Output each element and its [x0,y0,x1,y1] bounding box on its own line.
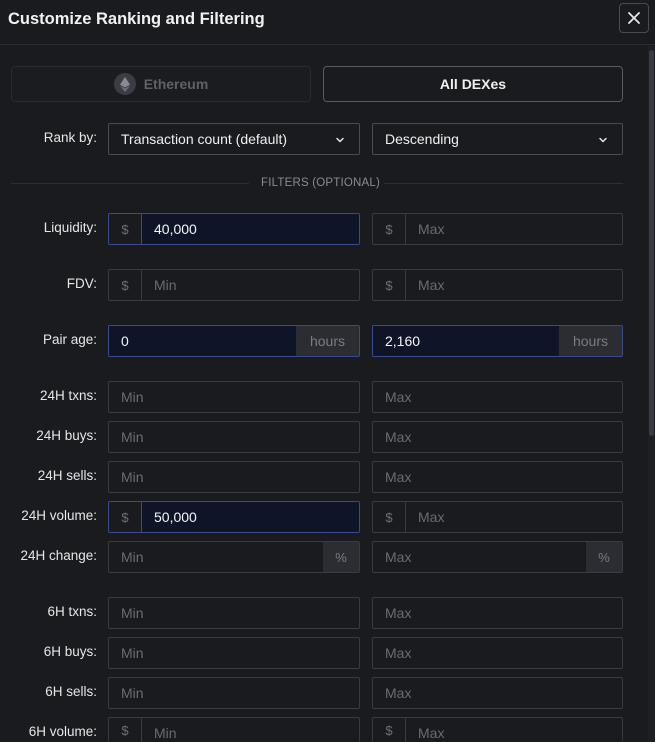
dollar-prefix: $ [373,502,406,532]
buys-6h-max-field[interactable]: Max [372,637,623,669]
buys-24h-min-field[interactable]: Min [108,421,360,453]
pair-age-min-input[interactable]: 0 [109,326,296,356]
fdv-min-input[interactable]: Min [142,270,359,300]
pair-age-min-field[interactable]: 0 hours [108,325,360,357]
change-24h-max-field[interactable]: Max % [372,541,623,573]
sort-by-select[interactable]: Transaction count (default) [108,123,360,155]
liquidity-max-input[interactable]: Max [406,214,622,244]
txns-24h-min-field[interactable]: Min [108,381,360,413]
change-24h-max-input[interactable]: Max [373,542,586,572]
sells-6h-min-input[interactable]: Min [109,678,359,708]
change-24h-min-field[interactable]: Min % [108,541,360,573]
txns-6h-min-field[interactable]: Min [108,597,360,629]
txns-6h-min-input[interactable]: Min [109,598,359,628]
pair-age-max-input[interactable]: 2,160 [373,326,559,356]
dex-label: All DEXes [439,76,507,92]
volume-24h-max-field[interactable]: $ Max [372,501,623,533]
chain-label: Ethereum [143,76,209,92]
chevron-down-icon [336,137,344,143]
volume-6h-min-input[interactable]: Min [142,718,359,742]
sells-6h-min-field[interactable]: Min [108,677,360,709]
buys-6h-label: 6H buys: [43,644,97,659]
hours-suffix: hours [296,326,359,356]
dollar-prefix: $ [109,214,142,244]
pair-age-label: Pair age: [42,332,97,347]
sells-6h-max-field[interactable]: Max [372,677,623,709]
fdv-max-field[interactable]: $ Max [372,269,623,301]
buys-24h-label: 24H buys: [36,428,97,443]
liquidity-max-field[interactable]: $ Max [372,213,623,245]
liquidity-min-field[interactable]: $ 40,000 [108,213,360,245]
sells-24h-label: 24H sells: [37,468,97,483]
chain-selector-button[interactable]: Ethereum [11,66,311,102]
ethereum-icon [113,73,136,95]
close-icon [628,12,640,24]
fdv-max-input[interactable]: Max [406,270,622,300]
txns-24h-max-input[interactable]: Max [373,382,622,412]
buys-6h-min-field[interactable]: Min [108,637,360,669]
dollar-prefix: $ [109,270,142,300]
pair-age-max-field[interactable]: 2,160 hours [372,325,623,357]
hours-suffix: hours [559,326,622,356]
liquidity-min-input[interactable]: 40,000 [142,214,359,244]
dialog-title: Customize Ranking and Filtering [8,10,265,28]
fdv-min-field[interactable]: $ Min [108,269,360,301]
volume-24h-label: 24H volume: [21,508,97,523]
txns-24h-label: 24H txns: [39,388,97,403]
dollar-prefix: $ [109,502,142,532]
volume-6h-min-field[interactable]: $ Min [108,717,360,742]
sells-6h-label: 6H sells: [45,684,97,699]
fdv-label: FDV: [66,276,97,291]
volume-6h-max-input[interactable]: Max [406,718,622,742]
sort-order-select[interactable]: Descending [372,123,623,155]
txns-6h-label: 6H txns: [47,604,97,619]
chevron-down-icon [599,137,607,143]
buys-24h-max-input[interactable]: Max [373,422,622,452]
volume-24h-min-input[interactable]: 50,000 [142,502,359,532]
txns-24h-max-field[interactable]: Max [372,381,623,413]
sells-6h-max-input[interactable]: Max [373,678,622,708]
buys-6h-min-input[interactable]: Min [109,638,359,668]
volume-24h-min-field[interactable]: $ 50,000 [108,501,360,533]
divider-left [11,183,249,184]
buys-24h-min-input[interactable]: Min [109,422,359,452]
dollar-prefix: $ [373,270,406,300]
volume-6h-label: 6H volume: [28,724,97,739]
txns-6h-max-input[interactable]: Max [373,598,622,628]
sells-24h-min-field[interactable]: Min [108,461,360,493]
volume-24h-max-input[interactable]: Max [406,502,622,532]
rank-by-label: Rank by: [43,130,97,145]
dollar-prefix: $ [373,718,406,742]
txns-6h-max-field[interactable]: Max [372,597,623,629]
volume-6h-max-field[interactable]: $ Max [372,717,623,742]
percent-suffix: % [586,542,622,572]
filters-heading: FILTERS (OPTIONAL) [261,177,381,189]
scrollbar-thumb[interactable] [649,50,654,436]
dollar-prefix: $ [109,718,142,742]
close-button[interactable] [619,3,649,33]
change-24h-min-input[interactable]: Min [109,542,323,572]
dialog-header: Customize Ranking and Filtering [0,0,655,45]
change-24h-label: 24H change: [20,548,97,563]
divider-right [384,183,623,184]
sort-order-value: Descending [385,131,459,147]
sells-24h-min-input[interactable]: Min [109,462,359,492]
txns-24h-min-input[interactable]: Min [109,382,359,412]
liquidity-label: Liquidity: [43,220,97,235]
buys-24h-max-field[interactable]: Max [372,421,623,453]
sells-24h-max-field[interactable]: Max [372,461,623,493]
dollar-prefix: $ [373,214,406,244]
sort-by-value: Transaction count (default) [121,131,288,147]
buys-6h-max-input[interactable]: Max [373,638,622,668]
dex-selector-button[interactable]: All DEXes [323,66,623,102]
sells-24h-max-input[interactable]: Max [373,462,622,492]
percent-suffix: % [323,542,359,572]
